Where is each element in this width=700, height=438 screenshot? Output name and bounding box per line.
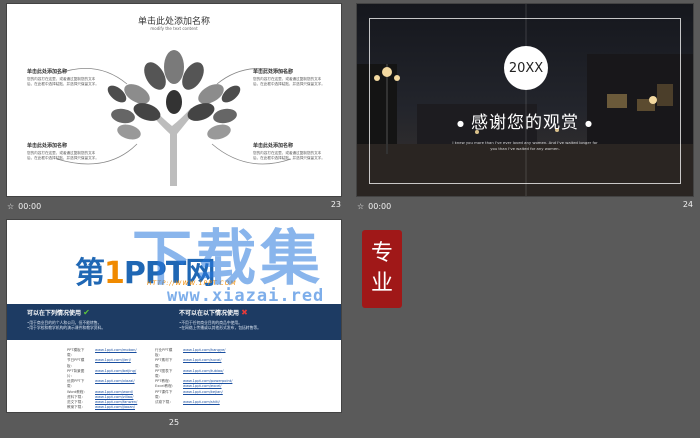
transition-star-icon[interactable]: ☆ [357,202,364,211]
link-url[interactable]: www.1ppt.com/tubiao/ [183,369,224,379]
text-box-bottom-right[interactable]: 单击此处添加名称 您的内容打在这里，或者通过复制您的文本后，在此框中选择粘贴，并… [253,142,325,161]
text-box-top-right[interactable]: 单击此处添加名称 您的内容打在这里，或者通过复制您的文本后，在此框中选择粘贴，并… [253,68,325,87]
slide-footer-24: ☆ 00:00 24 [357,199,693,213]
link-row: 试卷下载： www.1ppt.com/shiti/ [155,400,232,405]
watermark-text: 下载集 [132,224,324,294]
link-label: 试卷下载： [155,400,173,405]
year-badge: 20XX [504,46,548,90]
link-url[interactable]: www.1ppt.com/xiazai/ [95,379,135,389]
cannot-use-column: 不可以在以下情况使用 ✖ •不用于任何商业目的的商品中使用。 •在网络上传播或以… [179,308,261,330]
link-row: PPT模板下载： www.1ppt.com/moban/ [67,348,137,358]
text-box-bottom-left[interactable]: 单击此处添加名称 您的内容打在这里，或者通过复制您的文本后，在此框中选择粘贴，并… [27,142,99,161]
white-frame [369,18,681,184]
link-label: PPT背景图片： [67,368,85,379]
link-url[interactable]: www.1ppt.com/sucai/ [183,358,221,368]
link-url[interactable]: www.1ppt.com/moban/ [95,348,137,358]
slide-number: 23 [330,200,341,209]
link-label: 优秀PPT下载： [67,379,85,389]
thanks-heading: ● 感谢您的观赏 ● [457,113,593,133]
slide-thumbnail-24[interactable]: 20XX ● 感谢您的观赏 ● I knew you more than I've … [357,4,693,196]
link-label: PPT课件下载： [155,389,173,399]
slide-number: 25 [168,417,180,427]
transition-star-icon[interactable]: ☆ [7,202,14,211]
link-row: 行业PPT模板： www.1ppt.com/hangye/ [155,348,232,358]
cross-icon: ✖ [241,308,248,317]
link-row: 优秀PPT下载： www.1ppt.com/xiazai/ [67,379,137,389]
link-label: PPT模板下载： [67,348,85,358]
link-url[interactable]: www.1ppt.com/kejian/ [183,390,223,400]
slide-footer-25: 25 [7,415,341,429]
tree-diagram [56,50,292,186]
slide-timing: 00:00 [368,201,392,211]
quote-line-2: you than I've waited for any women. [490,146,560,151]
watermark-seal: 专 业 [362,230,402,308]
link-url[interactable]: www.1ppt.com/shiti/ [183,400,220,405]
watermark-url: www.xiazai.red [167,286,325,306]
link-row: 教案下载： www.1ppt.com/jiaoan/ [67,405,137,410]
link-row: 节日PPT模板： www.1ppt.com/jieri/ [67,358,137,368]
links-left: PPT模板下载： www.1ppt.com/moban/节日PPT模板： www.1… [67,348,137,410]
can-use-column: 可以在下列情况使用 ✔ •用于商业目的的个人和公司，但不能转售。 •用于学校和教… [27,308,106,330]
link-label: 教案下载： [67,405,85,410]
usage-panel: 可以在下列情况使用 ✔ •用于商业目的的个人和公司，但不能转售。 •用于学校和教… [7,304,341,340]
check-icon: ✔ [83,308,90,317]
link-url[interactable]: www.1ppt.com/jiaoan/ [95,405,135,410]
link-url[interactable]: www.1ppt.com/hangye/ [183,348,226,358]
slide-thumbnail-23[interactable]: 单击此处添加名称 modify the text content 单击此处添加名… [7,4,341,196]
link-row: PPT背景图片： www.1ppt.com/beijing/ [67,369,137,379]
link-row: PPT课件下载： www.1ppt.com/kejian/ [155,390,232,400]
link-label: PPT素材下载： [155,358,173,368]
quote-line-1: I knew you more than I've ever loved any… [452,140,598,145]
links-right: 行业PPT模板： www.1ppt.com/hangye/PPT素材下载： www.… [155,348,232,405]
link-row: PPT图表下载： www.1ppt.com/tubiao/ [155,369,232,379]
link-label: 节日PPT模板： [67,358,85,368]
slide-timing: 00:00 [18,201,42,211]
text-box-top-left[interactable]: 单击此处添加名称 您的内容打在这里，或者通过复制您的文本后，在此框中选择粘贴，并… [27,68,99,87]
link-url[interactable]: www.1ppt.com/beijing/ [95,369,136,379]
link-row: PPT素材下载： www.1ppt.com/sucai/ [155,358,232,368]
link-label: PPT图表下载： [155,368,173,379]
link-url[interactable]: www.1ppt.com/jieri/ [95,358,131,368]
slide-number: 24 [682,200,693,209]
link-label: 行业PPT模板： [155,348,173,358]
